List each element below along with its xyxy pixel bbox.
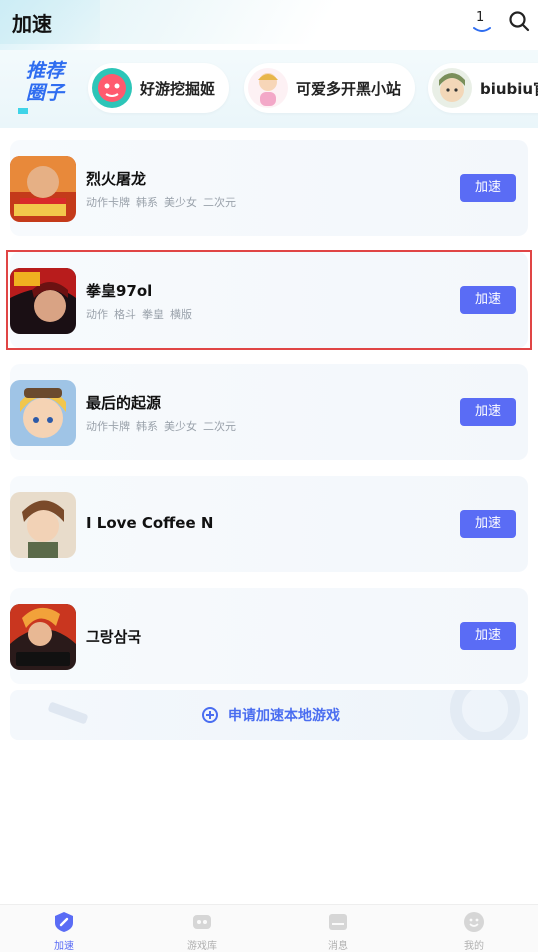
game-card-1[interactable]: 烈火屠龙 动作卡牌 韩系 美少女 二次元 加速	[10, 140, 528, 236]
circle-label: 可爱多开黑小站	[296, 79, 402, 98]
game-icon	[10, 156, 76, 222]
nav-label: 加速	[54, 941, 74, 952]
game-tags: 动作卡牌 韩系 美少女 二次元	[86, 194, 242, 210]
game-tag: 韩系	[136, 420, 158, 433]
apply-local-game-bar[interactable]: 申请加速本地游戏	[10, 690, 528, 740]
search-icon[interactable]	[508, 10, 530, 32]
logo-accent-bar	[18, 108, 28, 114]
game-name: 最后的起源	[86, 394, 162, 412]
nav-item-profile[interactable]: 我的	[444, 911, 504, 952]
apply-content[interactable]: 申请加速本地游戏	[202, 705, 340, 725]
logo-line-1: 推荐	[25, 60, 64, 82]
game-tag: 二次元	[203, 420, 236, 433]
rocket-shield-icon	[53, 911, 75, 933]
game-card-5[interactable]: 그랑삼국 加速	[10, 588, 528, 684]
top-bar: 加速 1	[0, 0, 538, 60]
apply-label: 申请加速本地游戏	[228, 708, 340, 724]
add-circle-icon	[202, 707, 218, 723]
selection-highlight	[6, 250, 532, 350]
game-tag: 二次元	[203, 196, 236, 209]
download-manager-icon[interactable]: 1	[470, 10, 494, 34]
game-name: 그랑삼국	[86, 628, 142, 646]
circle-label: biubiu官	[480, 79, 538, 98]
circle-pill-1[interactable]: 好游挖掘姬	[88, 63, 230, 113]
recommended-circles-bar: 推荐 圈子 好游挖掘姬 可爱多开黑小站 biubiu	[0, 50, 538, 128]
recommended-circles-logo[interactable]: 推荐 圈子	[14, 60, 76, 116]
circle-label: 好游挖掘姬	[140, 79, 216, 98]
game-name: 烈火屠龙	[86, 170, 147, 188]
game-tag: 美少女	[164, 420, 197, 433]
nav-label: 我的	[464, 941, 484, 952]
decoration-shape	[47, 701, 89, 725]
accelerate-button[interactable]: 加速	[460, 174, 516, 202]
inbox-icon	[327, 911, 349, 933]
game-icon	[10, 604, 76, 670]
accelerate-button[interactable]: 加速	[460, 510, 516, 538]
game-tag: 动作卡牌	[86, 196, 130, 209]
decoration-ring	[450, 690, 520, 740]
game-icon	[10, 492, 76, 558]
bottom-navigation: 加速 游戏库 消息 我的	[0, 904, 538, 952]
face-icon	[463, 911, 485, 933]
nav-item-messages[interactable]: 消息	[308, 911, 368, 952]
game-tag: 韩系	[136, 196, 158, 209]
game-name: I Love Coffee N	[86, 514, 214, 532]
page-title: 加速	[12, 12, 52, 36]
nav-item-game-library[interactable]: 游戏库	[172, 911, 232, 952]
download-count: 1	[476, 10, 485, 25]
game-tag: 动作卡牌	[86, 420, 130, 433]
nav-label: 游戏库	[187, 941, 217, 952]
game-icon	[10, 380, 76, 446]
game-tag: 美少女	[164, 196, 197, 209]
game-card-3[interactable]: 最后的起源 动作卡牌 韩系 美少女 二次元 加速	[10, 364, 528, 460]
circle-pill-2[interactable]: 可爱多开黑小站	[244, 63, 416, 113]
game-tags: 动作卡牌 韩系 美少女 二次元	[86, 418, 242, 434]
accelerate-button[interactable]: 加速	[460, 622, 516, 650]
game-card-4[interactable]: I Love Coffee N 加速	[10, 476, 528, 572]
logo-line-2: 圈子	[25, 82, 64, 104]
circle-avatar	[92, 68, 132, 108]
gamepad-icon	[191, 911, 213, 933]
circle-avatar	[248, 68, 288, 108]
accelerate-button[interactable]: 加速	[460, 398, 516, 426]
circle-avatar	[432, 68, 472, 108]
nav-item-accelerate[interactable]: 加速	[34, 911, 94, 952]
nav-label: 消息	[328, 941, 348, 952]
circle-pill-3[interactable]: biubiu官	[428, 63, 538, 113]
